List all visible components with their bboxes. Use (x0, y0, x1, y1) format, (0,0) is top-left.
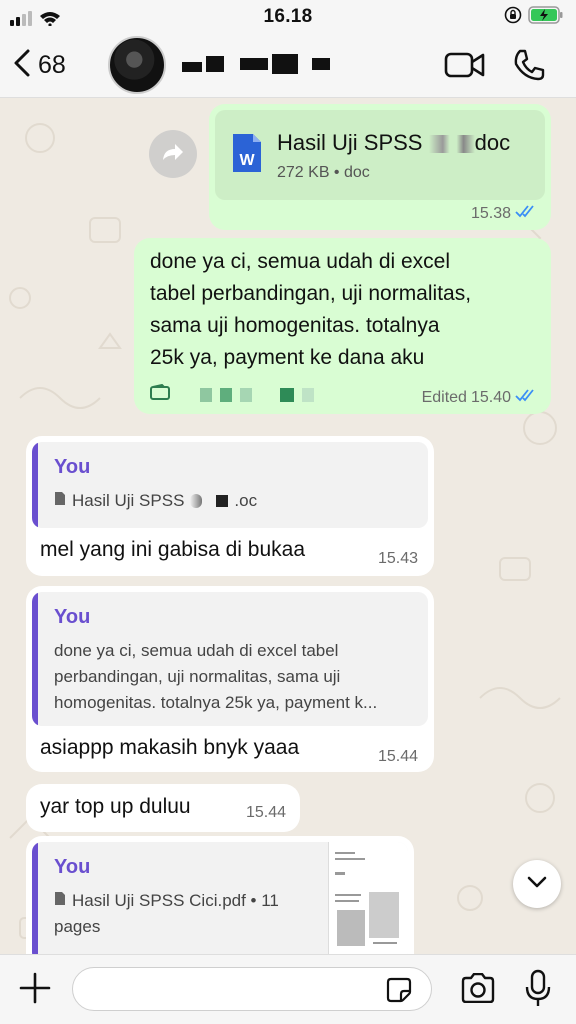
camera-icon (460, 972, 496, 1007)
forward-button[interactable] (149, 130, 197, 178)
wallet-icon (150, 383, 170, 405)
avatar[interactable] (108, 36, 166, 94)
message-meta: Edited 15.40 (422, 388, 537, 407)
status-bar: 16.18 (0, 0, 576, 34)
composer-bar (0, 954, 576, 1024)
message-input[interactable] (72, 967, 432, 1011)
document-meta: 272 KB • doc (277, 164, 370, 181)
chevron-left-icon (12, 48, 32, 83)
quote-author: You (54, 606, 91, 628)
incoming-reply-message[interactable]: You Hasil Uji SPSS .oc mel yang ini gabi… (26, 436, 434, 576)
quote-accent-bar (32, 842, 38, 954)
orientation-lock-icon (504, 6, 522, 29)
quoted-message[interactable]: You done ya ci, semua udah di excel tabe… (32, 592, 428, 726)
message-text: done ya ci, semua udah di excel tabel pe… (150, 250, 472, 369)
message-text: asiappp makasih bnyk yaaa (40, 736, 300, 759)
outgoing-document-message[interactable]: W Hasil Uji SPSS doc 272 KB • doc 15.38 (209, 104, 551, 230)
message-time: 15.38 (470, 204, 511, 222)
message-time: 15.44 (377, 748, 418, 765)
quoted-file-name: Hasil Uji SPSS Cici.pdf • 11 pages (54, 888, 279, 940)
contact-name-redacted[interactable] (182, 54, 330, 74)
redacted-payment-line (150, 383, 314, 405)
microphone-icon (525, 969, 551, 1013)
quote-accent-bar (32, 592, 38, 726)
attach-button[interactable] (18, 971, 52, 1010)
quote-author: You (54, 456, 91, 478)
battery-icon (528, 6, 564, 29)
incoming-reply-message[interactable]: You Hasil Uji SPSS Cici.pdf • 11 pages (26, 836, 414, 954)
video-call-button[interactable] (444, 50, 486, 85)
double-check-icon (515, 204, 537, 223)
document-icon (54, 488, 66, 514)
quoted-text: done ya ci, semua udah di excel tabel pe… (54, 641, 378, 712)
video-camera-icon (444, 52, 486, 84)
voice-message-button[interactable] (525, 969, 551, 1014)
scroll-to-bottom-button[interactable] (513, 860, 561, 908)
pdf-thumbnail (328, 842, 408, 954)
incoming-text-message[interactable]: yar top up duluu 15.44 (26, 784, 300, 832)
document-icon (54, 888, 66, 914)
quoted-file-name: Hasil Uji SPSS .oc (54, 488, 257, 514)
unread-count: 68 (38, 51, 66, 79)
double-check-icon (515, 388, 537, 407)
sticker-button[interactable] (386, 977, 412, 1008)
voice-call-button[interactable] (512, 48, 546, 87)
quoted-message[interactable]: You Hasil Uji SPSS .oc (32, 442, 428, 528)
message-text: mel yang ini gabisa di bukaa (40, 538, 306, 561)
outgoing-text-message[interactable]: done ya ci, semua udah di excel tabel pe… (134, 238, 551, 414)
quote-accent-bar (32, 442, 38, 528)
back-button[interactable]: 68 (12, 48, 66, 83)
quote-author: You (54, 856, 91, 878)
message-text: yar top up duluu (40, 795, 191, 818)
forward-arrow-icon (161, 142, 185, 167)
message-meta: 15.38 (471, 204, 537, 223)
plus-icon (18, 972, 52, 1009)
sticker-icon (386, 977, 412, 1007)
word-document-icon: W (231, 132, 263, 179)
message-time: 15.44 (245, 804, 286, 821)
chat-area[interactable]: W Hasil Uji SPSS doc 272 KB • doc 15.38 … (0, 98, 576, 954)
chevron-down-icon (526, 875, 548, 894)
incoming-reply-message[interactable]: You done ya ci, semua udah di excel tabe… (26, 586, 434, 772)
document-attachment[interactable]: W Hasil Uji SPSS doc 272 KB • doc (215, 110, 545, 200)
camera-button[interactable] (460, 972, 496, 1008)
edited-label: Edited (421, 388, 467, 406)
word-icon-letter: W (239, 152, 255, 169)
clock-time: 16.18 (263, 6, 313, 27)
message-time: 15.43 (377, 550, 418, 567)
phone-icon (512, 49, 546, 86)
chat-header: 68 (0, 34, 576, 98)
document-file-name: Hasil Uji SPSS doc (277, 130, 511, 155)
quoted-message[interactable]: You Hasil Uji SPSS Cici.pdf • 11 pages (32, 842, 408, 954)
message-time: 15.40 (470, 388, 511, 406)
